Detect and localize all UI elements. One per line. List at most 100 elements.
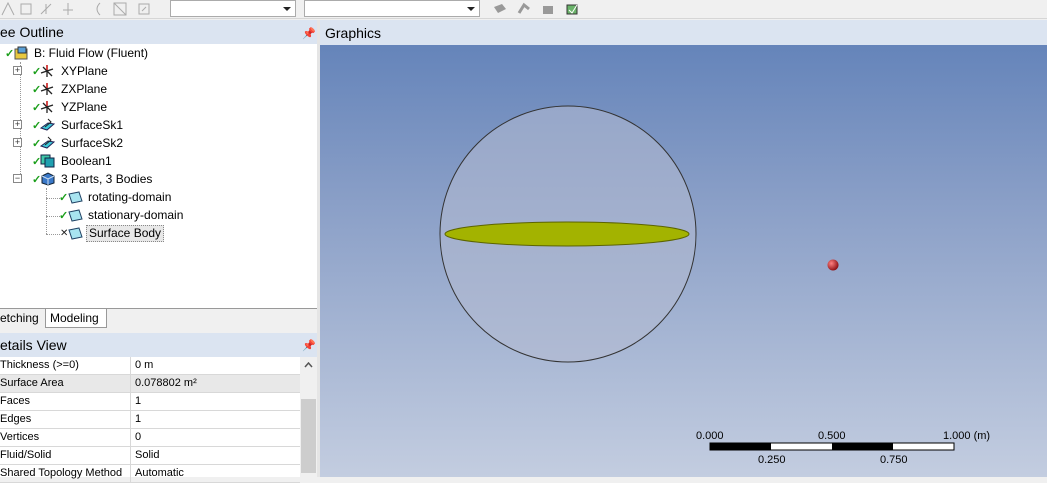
details-scrollbar[interactable]: [300, 357, 317, 477]
axis-tool-icon[interactable]: [60, 1, 76, 17]
parts-bodies-icon: [41, 172, 55, 186]
graphics-title: Graphics: [325, 25, 382, 41]
fluid-flow-icon: [14, 46, 28, 60]
tree-item-label: XYPlane: [61, 64, 108, 78]
outline-tabs: etching Modeling: [0, 308, 317, 328]
tree-item-surfacesk1[interactable]: + ✓ SurfaceSk1: [0, 116, 200, 134]
plane-axes-icon: [40, 83, 54, 95]
pin-icon[interactable]: 📌: [302, 27, 316, 40]
graphics-canvas[interactable]: [320, 20, 1047, 477]
detail-label: Fluid/Solid: [0, 447, 131, 465]
point-marker[interactable]: [827, 259, 839, 271]
tab-sketching[interactable]: etching: [0, 309, 45, 328]
tree-root[interactable]: ✓ B: Fluid Flow (Fluent): [0, 44, 200, 62]
scroll-thumb[interactable]: [301, 399, 316, 473]
tree-outline: ✓ B: Fluid Flow (Fluent) + ✓ XYPlane ✓ Z…: [0, 44, 317, 308]
disc-body[interactable]: [444, 221, 690, 247]
selection-combo[interactable]: [304, 0, 480, 17]
chevron-down-icon[interactable]: [283, 7, 291, 11]
detail-value: 1: [135, 413, 142, 425]
detail-value[interactable]: 0 m: [131, 357, 300, 375]
slice-tool-icon[interactable]: [112, 1, 128, 17]
tree-body-label: stationary-domain: [88, 208, 184, 222]
tree-outline-title: ee Outline: [0, 24, 64, 40]
check-icon: ✓: [59, 192, 69, 204]
tree-outline-header: ee Outline: [0, 20, 317, 44]
detail-value: 1: [135, 395, 142, 407]
draw-tool-icon[interactable]: [38, 1, 54, 17]
detail-label: Vertices: [0, 429, 131, 447]
scale-label: 0.000: [696, 430, 724, 442]
detail-value: 0: [135, 431, 142, 443]
tree-body-surface-body[interactable]: ✕ Surface Body: [0, 224, 220, 242]
scale-bar-segment: [710, 443, 771, 450]
edge-select-icon[interactable]: [516, 1, 532, 17]
tree-item-label: YZPlane: [61, 100, 108, 114]
plane-axes-icon: [40, 65, 54, 77]
tree-item-surfacesk2[interactable]: + ✓ SurfaceSk2: [0, 134, 200, 152]
tree-root-label: B: Fluid Flow (Fluent): [34, 46, 149, 60]
scale-label: 1.000 (m): [943, 430, 991, 442]
table-row[interactable]: Vertices 0: [0, 429, 300, 447]
detail-label: Faces: [0, 393, 131, 411]
tree-item-label: ZXPlane: [61, 82, 108, 96]
bracket-icon[interactable]: [90, 1, 106, 17]
tree-body-rotating-domain[interactable]: ✓ rotating-domain: [0, 188, 220, 206]
tree-item-zxplane[interactable]: ✓ ZXPlane: [0, 80, 200, 98]
transform-tool-icon[interactable]: [136, 1, 152, 17]
expand-icon[interactable]: +: [13, 66, 22, 75]
shaded-view-icon[interactable]: [564, 1, 580, 17]
scale-label: 0.250: [758, 454, 786, 466]
check-icon: ✓: [5, 48, 15, 60]
details-view-title: etails View: [0, 337, 67, 353]
tree-item-parts-bodies[interactable]: − ✓ 3 Parts, 3 Bodies: [0, 170, 200, 188]
detail-value[interactable]: Solid: [131, 447, 300, 465]
table-row[interactable]: Edges 1: [0, 411, 300, 429]
expand-icon[interactable]: +: [13, 138, 22, 147]
table-row[interactable]: Faces 1: [0, 393, 300, 411]
scroll-up-icon[interactable]: [304, 362, 313, 368]
table-row[interactable]: Shared Topology Method Automatic: [0, 465, 300, 483]
filter-combo[interactable]: [170, 0, 296, 17]
select-tool-icon[interactable]: [0, 1, 16, 17]
tree-body-label: Surface Body: [86, 225, 165, 242]
plane-axes-icon: [40, 101, 54, 113]
details-view-header: etails View: [0, 333, 317, 357]
tab-modeling[interactable]: Modeling: [45, 309, 107, 328]
table-row[interactable]: Fluid/Solid Solid: [0, 447, 300, 465]
tab-modeling-label: Modeling: [50, 311, 99, 325]
tree-item-xyplane[interactable]: + ✓ XYPlane: [0, 62, 200, 80]
graphics-viewport[interactable]: [320, 20, 1047, 477]
table-row[interactable]: Surface Area 0.078802 m²: [0, 375, 300, 393]
expand-icon[interactable]: +: [13, 120, 22, 129]
detail-label: Shared Topology Method: [0, 465, 131, 483]
tree-body-stationary-domain[interactable]: ✓ stationary-domain: [0, 206, 220, 224]
body-select-icon[interactable]: [540, 1, 556, 17]
tree-item-label: SurfaceSk1: [61, 118, 124, 132]
detail-label: Surface Area: [0, 375, 131, 393]
tree-item-label: 3 Parts, 3 Bodies: [61, 172, 153, 186]
pin-icon[interactable]: 📌: [302, 339, 316, 352]
tree-body-label: rotating-domain: [88, 190, 172, 204]
tab-sketching-label: etching: [0, 311, 39, 325]
scale-label: 0.750: [880, 454, 908, 466]
face-select-icon[interactable]: [492, 1, 508, 17]
new-sketch-icon[interactable]: [18, 1, 34, 17]
surface-body-icon: [68, 209, 83, 222]
surface-sketch-icon: [40, 118, 55, 131]
tree-item-label: SurfaceSk2: [61, 136, 124, 150]
collapse-icon[interactable]: −: [13, 174, 22, 183]
detail-value[interactable]: Automatic: [131, 465, 300, 483]
check-icon: ✓: [59, 210, 69, 222]
scale-label: 0.500: [818, 430, 846, 442]
chevron-down-icon[interactable]: [467, 7, 475, 11]
table-row[interactable]: Thickness (>=0) 0 m: [0, 357, 300, 375]
surface-body-icon: [68, 191, 83, 204]
toolbar: [0, 0, 1047, 19]
tree-item-boolean1[interactable]: ✓ Boolean1: [0, 152, 200, 170]
details-table: Thickness (>=0) 0 m Surface Area 0.07880…: [0, 357, 317, 483]
detail-value: 0.078802 m²: [135, 377, 197, 389]
tree-item-yzplane[interactable]: ✓ YZPlane: [0, 98, 200, 116]
graphics-header: Graphics: [320, 20, 1047, 45]
boolean-icon: [40, 154, 55, 168]
